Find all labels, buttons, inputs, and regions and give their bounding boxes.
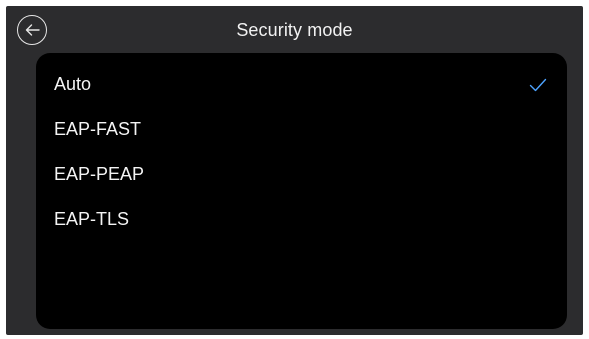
security-mode-list-panel: Auto EAP-FAST EAP-PEAP EAP-TLS (36, 53, 567, 329)
option-label: Auto (54, 74, 92, 94)
option-eap-fast[interactable]: EAP-FAST (36, 107, 567, 152)
security-mode-screen: Security mode Auto EAP-FAST EAP-PEAP EAP… (6, 6, 583, 335)
page-title: Security mode (236, 20, 353, 40)
option-auto[interactable]: Auto (36, 62, 567, 107)
header: Security mode (6, 6, 583, 52)
security-mode-list: Auto EAP-FAST EAP-PEAP EAP-TLS (36, 62, 567, 242)
option-label: EAP-PEAP (54, 164, 145, 184)
checkmark-icon (529, 78, 547, 91)
option-label: EAP-FAST (54, 119, 142, 139)
option-eap-peap[interactable]: EAP-PEAP (36, 152, 567, 197)
option-label: EAP-TLS (54, 209, 130, 229)
option-eap-tls[interactable]: EAP-TLS (36, 197, 567, 242)
